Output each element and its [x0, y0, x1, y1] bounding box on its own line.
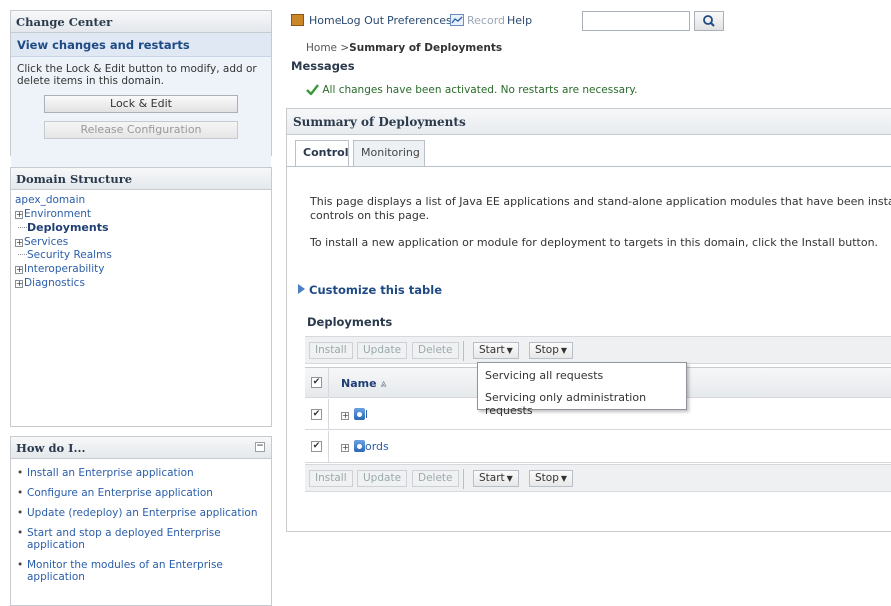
expand-arrow-icon — [298, 284, 305, 294]
row-name-cell: + l — [341, 408, 368, 421]
preferences-link[interactable]: Preferences — [387, 14, 452, 27]
tree-item-deployments[interactable]: Deployments — [15, 221, 271, 236]
deployments-title: Deployments — [307, 315, 393, 329]
description-line-2: controls on this page. — [310, 209, 430, 222]
deployments-toolbar-top: Install Update Delete Start ▼ Stop ▼ — [305, 336, 891, 364]
how-do-i-panel: How do I... − Install an Enterprise appl… — [10, 436, 272, 606]
toolbar-separator — [463, 469, 464, 489]
update-button[interactable]: Update — [357, 470, 408, 487]
expand-icon[interactable]: + — [15, 210, 23, 219]
breadcrumb-current: Summary of Deployments — [349, 42, 503, 54]
toolbar-separator — [463, 341, 464, 361]
expand-icon[interactable]: + — [15, 279, 23, 288]
install-button[interactable]: Install — [309, 470, 353, 487]
success-message: All changes have been activated. No rest… — [306, 84, 637, 96]
tab-monitoring[interactable]: Monitoring — [353, 140, 425, 166]
how-do-i-item[interactable]: Monitor the modules of an Enterprise app… — [17, 559, 265, 583]
table-row: ✔ + ords — [305, 431, 891, 463]
how-do-i-item[interactable]: Configure an Enterprise application — [17, 487, 265, 499]
row-checkbox[interactable]: ✔ — [311, 409, 322, 420]
collapse-icon[interactable]: − — [255, 442, 265, 452]
how-do-i-item[interactable]: Start and stop a deployed Enterprise app… — [17, 527, 265, 551]
description-line-1: This page displays a list of Java EE app… — [310, 195, 891, 208]
logout-link[interactable]: Log Out — [341, 14, 384, 27]
home-link[interactable]: Home — [309, 14, 341, 27]
lock-edit-button[interactable]: Lock & Edit — [44, 95, 238, 113]
row-checkbox[interactable]: ✔ — [311, 441, 322, 452]
delete-button[interactable]: Delete — [412, 470, 459, 487]
search-button[interactable] — [694, 11, 724, 31]
domain-tree: apex_domain +Environment Deployments +Se… — [11, 190, 271, 290]
row-checkbox-cell: ✔ — [305, 399, 329, 429]
view-changes-link[interactable]: View changes and restarts — [11, 33, 271, 57]
how-do-i-item[interactable]: Update (redeploy) an Enterprise applicat… — [17, 507, 265, 519]
select-all-checkbox[interactable]: ✔ — [311, 377, 322, 388]
breadcrumb-home[interactable]: Home > — [306, 42, 349, 54]
expand-icon[interactable]: + — [15, 265, 23, 274]
record-link[interactable]: Record — [467, 14, 505, 27]
start-dropdown-menu: Servicing all requests Servicing only ad… — [477, 362, 687, 417]
update-button[interactable]: Update — [357, 342, 408, 359]
change-center-panel: Change Center View changes and restarts … — [10, 10, 272, 219]
tree-item-security-realms[interactable]: Security Realms — [15, 249, 271, 263]
how-do-i-title: How do I... − — [11, 437, 271, 459]
start-dropdown-button[interactable]: Start ▼ — [473, 342, 519, 359]
tree-item-diagnostics[interactable]: +Diagnostics — [15, 277, 271, 291]
summary-title: Summary of Deployments — [287, 109, 891, 135]
customize-table-link[interactable]: Customize this table — [298, 283, 442, 297]
expand-icon[interactable]: + — [341, 412, 349, 420]
chevron-down-icon: ▼ — [506, 346, 513, 355]
chevron-down-icon: ▼ — [560, 346, 568, 355]
chevron-down-icon: ▼ — [560, 474, 568, 483]
expand-icon[interactable]: + — [341, 444, 349, 452]
sort-icon[interactable]: ⩓ — [380, 377, 386, 390]
release-configuration-button[interactable]: Release Configuration — [44, 121, 238, 139]
checkmark-icon — [306, 84, 319, 96]
domain-structure-title: Domain Structure — [11, 168, 271, 190]
record-icon[interactable] — [450, 14, 464, 26]
change-center-title: Change Center — [11, 11, 271, 33]
deployments-toolbar-bottom: Install Update Delete Start ▼ Stop ▼ — [305, 464, 891, 492]
help-link[interactable]: Help — [507, 14, 532, 27]
stop-dropdown-button[interactable]: Stop ▼ — [529, 342, 574, 359]
breadcrumb: Home >Summary of Deployments — [306, 42, 502, 54]
tree-root[interactable]: apex_domain — [15, 194, 271, 208]
menu-item-servicing-admin[interactable]: Servicing only administration requests — [485, 391, 686, 417]
home-icon[interactable] — [291, 14, 304, 26]
change-center-description: Click the Lock & Edit button to modify, … — [17, 63, 257, 87]
deployment-name-link[interactable]: l — [365, 408, 368, 421]
application-icon — [354, 440, 365, 452]
tab-control[interactable]: Control — [295, 140, 349, 167]
how-do-i-list: Install an Enterprise application Config… — [11, 459, 271, 583]
search-input[interactable] — [582, 11, 690, 31]
chevron-down-icon: ▼ — [506, 474, 513, 483]
install-button[interactable]: Install — [309, 342, 353, 359]
tree-item-environment[interactable]: +Environment — [15, 208, 271, 222]
deployment-name-link[interactable]: ords — [365, 440, 389, 453]
menu-item-servicing-all[interactable]: Servicing all requests — [485, 369, 603, 382]
application-icon — [354, 408, 365, 420]
summary-panel: Summary of Deployments Control Monitorin… — [286, 108, 891, 532]
tree-item-interoperability[interactable]: +Interoperability — [15, 263, 271, 277]
search-icon — [703, 15, 715, 27]
domain-structure-panel: Domain Structure apex_domain +Environmen… — [10, 167, 272, 427]
select-all-cell: ✔ — [305, 368, 329, 397]
delete-button[interactable]: Delete — [412, 342, 459, 359]
name-column-header[interactable]: Name ⩓ — [341, 377, 387, 391]
top-toolbar: Home Log Out Preferences Record Help — [285, 8, 891, 34]
start-dropdown-button[interactable]: Start ▼ — [473, 470, 519, 487]
row-checkbox-cell: ✔ — [305, 431, 329, 462]
tree-connector — [18, 254, 27, 256]
how-do-i-item[interactable]: Install an Enterprise application — [17, 467, 265, 479]
stop-dropdown-button[interactable]: Stop ▼ — [529, 470, 574, 487]
tree-connector — [18, 227, 27, 229]
tree-item-services[interactable]: +Services — [15, 236, 271, 250]
tab-divider — [287, 166, 891, 167]
install-instructions: To install a new application or module f… — [310, 236, 879, 249]
messages-title: Messages — [291, 59, 355, 73]
row-name-cell: + ords — [341, 440, 389, 453]
expand-icon[interactable]: + — [15, 238, 23, 247]
success-message-text: All changes have been activated. No rest… — [322, 84, 638, 96]
